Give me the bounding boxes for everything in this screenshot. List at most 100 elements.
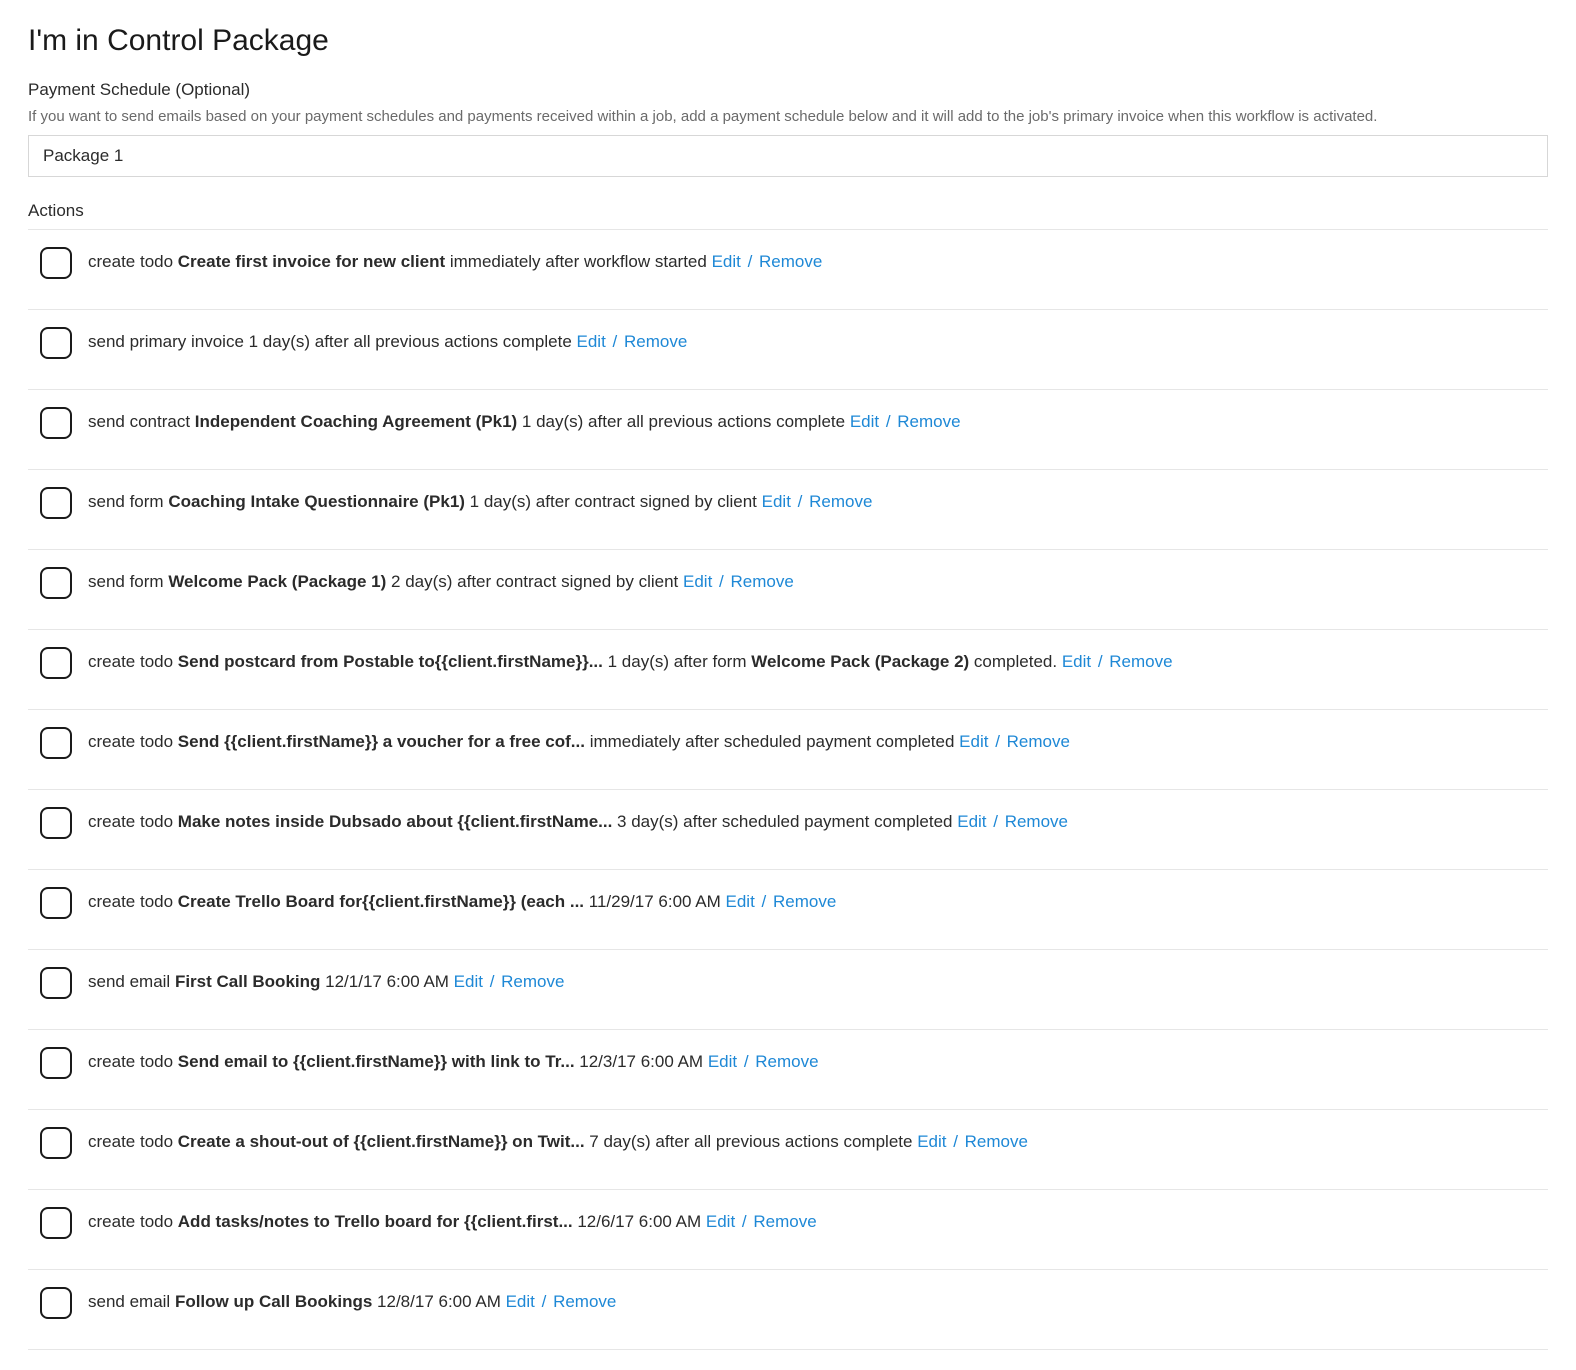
action-bold: Add tasks/notes to Trello board for {{cl… [178,1212,573,1231]
action-prefix: create todo [88,1132,178,1151]
remove-link[interactable]: Remove [753,1212,816,1231]
action-prefix: send contract [88,412,195,431]
action-checkbox[interactable] [40,1287,72,1319]
action-prefix: create todo [88,1052,178,1071]
action-mid: immediately after scheduled payment comp… [585,732,959,751]
link-separator: / [793,492,807,511]
action-checkbox[interactable] [40,487,72,519]
action-bold: First Call Booking [175,972,320,991]
action-mid: 3 day(s) after scheduled payment complet… [612,812,957,831]
action-prefix: create todo [88,732,178,751]
action-row: send form Coaching Intake Questionnaire … [28,470,1548,550]
remove-link[interactable]: Remove [624,332,687,351]
remove-link[interactable]: Remove [730,572,793,591]
edit-link[interactable]: Edit [708,1052,737,1071]
remove-link[interactable]: Remove [759,252,822,271]
action-mid: 12/3/17 6:00 AM [575,1052,708,1071]
edit-link[interactable]: Edit [1062,652,1091,671]
link-separator: / [739,1052,753,1071]
action-row: create todo Send email to {{client.first… [28,1030,1548,1110]
action-checkbox[interactable] [40,567,72,599]
action-checkbox[interactable] [40,247,72,279]
action-checkbox[interactable] [40,327,72,359]
link-separator: / [737,1212,751,1231]
action-prefix: send form [88,492,168,511]
action-row: send primary invoice 1 day(s) after all … [28,310,1548,390]
remove-link[interactable]: Remove [755,1052,818,1071]
action-row: create todo Send {{client.firstName}} a … [28,710,1548,790]
action-row: send email Follow up Call Bookings 12/8/… [28,1270,1548,1350]
action-bold: Send postcard from Postable to{{client.f… [178,652,603,671]
edit-link[interactable]: Edit [917,1132,946,1151]
action-mid: 12/1/17 6:00 AM [320,972,453,991]
action-row: create todo Create a shout-out of {{clie… [28,1110,1548,1190]
action-prefix: send email [88,972,175,991]
action-text: send primary invoice 1 day(s) after all … [88,326,687,354]
action-checkbox[interactable] [40,1047,72,1079]
remove-link[interactable]: Remove [553,1292,616,1311]
page-title: I'm in Control Package [28,20,1548,62]
remove-link[interactable]: Remove [809,492,872,511]
action-checkbox[interactable] [40,967,72,999]
remove-link[interactable]: Remove [1007,732,1070,751]
remove-link[interactable]: Remove [501,972,564,991]
action-text: create todo Create first invoice for new… [88,246,822,274]
edit-link[interactable]: Edit [712,252,741,271]
action-text: send contract Independent Coaching Agree… [88,406,961,434]
action-bold: Follow up Call Bookings [175,1292,372,1311]
edit-link[interactable]: Edit [577,332,606,351]
action-prefix: create todo [88,652,178,671]
payment-schedule-select[interactable] [28,135,1548,177]
action-checkbox[interactable] [40,727,72,759]
action-mid: 11/29/17 6:00 AM [584,892,725,911]
edit-link[interactable]: Edit [957,812,986,831]
action-row: create todo Create Trello Board for{{cli… [28,870,1548,950]
action-text: create todo Send email to {{client.first… [88,1046,819,1074]
edit-link[interactable]: Edit [850,412,879,431]
edit-link[interactable]: Edit [506,1292,535,1311]
link-separator: / [485,972,499,991]
action-bold: Create a shout-out of {{client.firstName… [178,1132,585,1151]
action-checkbox[interactable] [40,887,72,919]
action-prefix: send email [88,1292,175,1311]
action-checkbox[interactable] [40,1207,72,1239]
remove-link[interactable]: Remove [1109,652,1172,671]
action-bold: Welcome Pack (Package 2) [751,652,969,671]
action-mid: 12/6/17 6:00 AM [573,1212,706,1231]
edit-link[interactable]: Edit [762,492,791,511]
action-checkbox[interactable] [40,647,72,679]
edit-link[interactable]: Edit [454,972,483,991]
action-row: send email First Call Booking 12/1/17 6:… [28,950,1548,1030]
edit-link[interactable]: Edit [959,732,988,751]
remove-link[interactable]: Remove [773,892,836,911]
link-separator: / [989,812,1003,831]
edit-link[interactable]: Edit [683,572,712,591]
link-separator: / [881,412,895,431]
edit-link[interactable]: Edit [706,1212,735,1231]
action-row: create todo Create first invoice for new… [28,230,1548,310]
action-text: send email First Call Booking 12/1/17 6:… [88,966,564,994]
action-bold: Send {{client.firstName}} a voucher for … [178,732,585,751]
action-bold: Coaching Intake Questionnaire (Pk1) [168,492,465,511]
action-bold: Welcome Pack (Package 1) [168,572,386,591]
remove-link[interactable]: Remove [965,1132,1028,1151]
remove-link[interactable]: Remove [897,412,960,431]
action-bold: Make notes inside Dubsado about {{client… [178,812,613,831]
action-prefix: send primary invoice 1 day(s) after all … [88,332,577,351]
link-separator: / [608,332,622,351]
action-checkbox[interactable] [40,1127,72,1159]
edit-link[interactable]: Edit [726,892,755,911]
action-text: send form Welcome Pack (Package 1) 2 day… [88,566,794,594]
link-separator: / [990,732,1004,751]
action-mid: 1 day(s) after form [603,652,751,671]
action-text: create todo Send {{client.firstName}} a … [88,726,1070,754]
action-row: create todo Make notes inside Dubsado ab… [28,790,1548,870]
action-row: send contract Independent Coaching Agree… [28,390,1548,470]
action-text: create todo Send postcard from Postable … [88,646,1173,674]
remove-link[interactable]: Remove [1005,812,1068,831]
action-bold: Create Trello Board for{{client.firstNam… [178,892,584,911]
action-bold: Create first invoice for new client [178,252,445,271]
action-checkbox[interactable] [40,407,72,439]
action-checkbox[interactable] [40,807,72,839]
actions-label: Actions [28,199,1548,223]
